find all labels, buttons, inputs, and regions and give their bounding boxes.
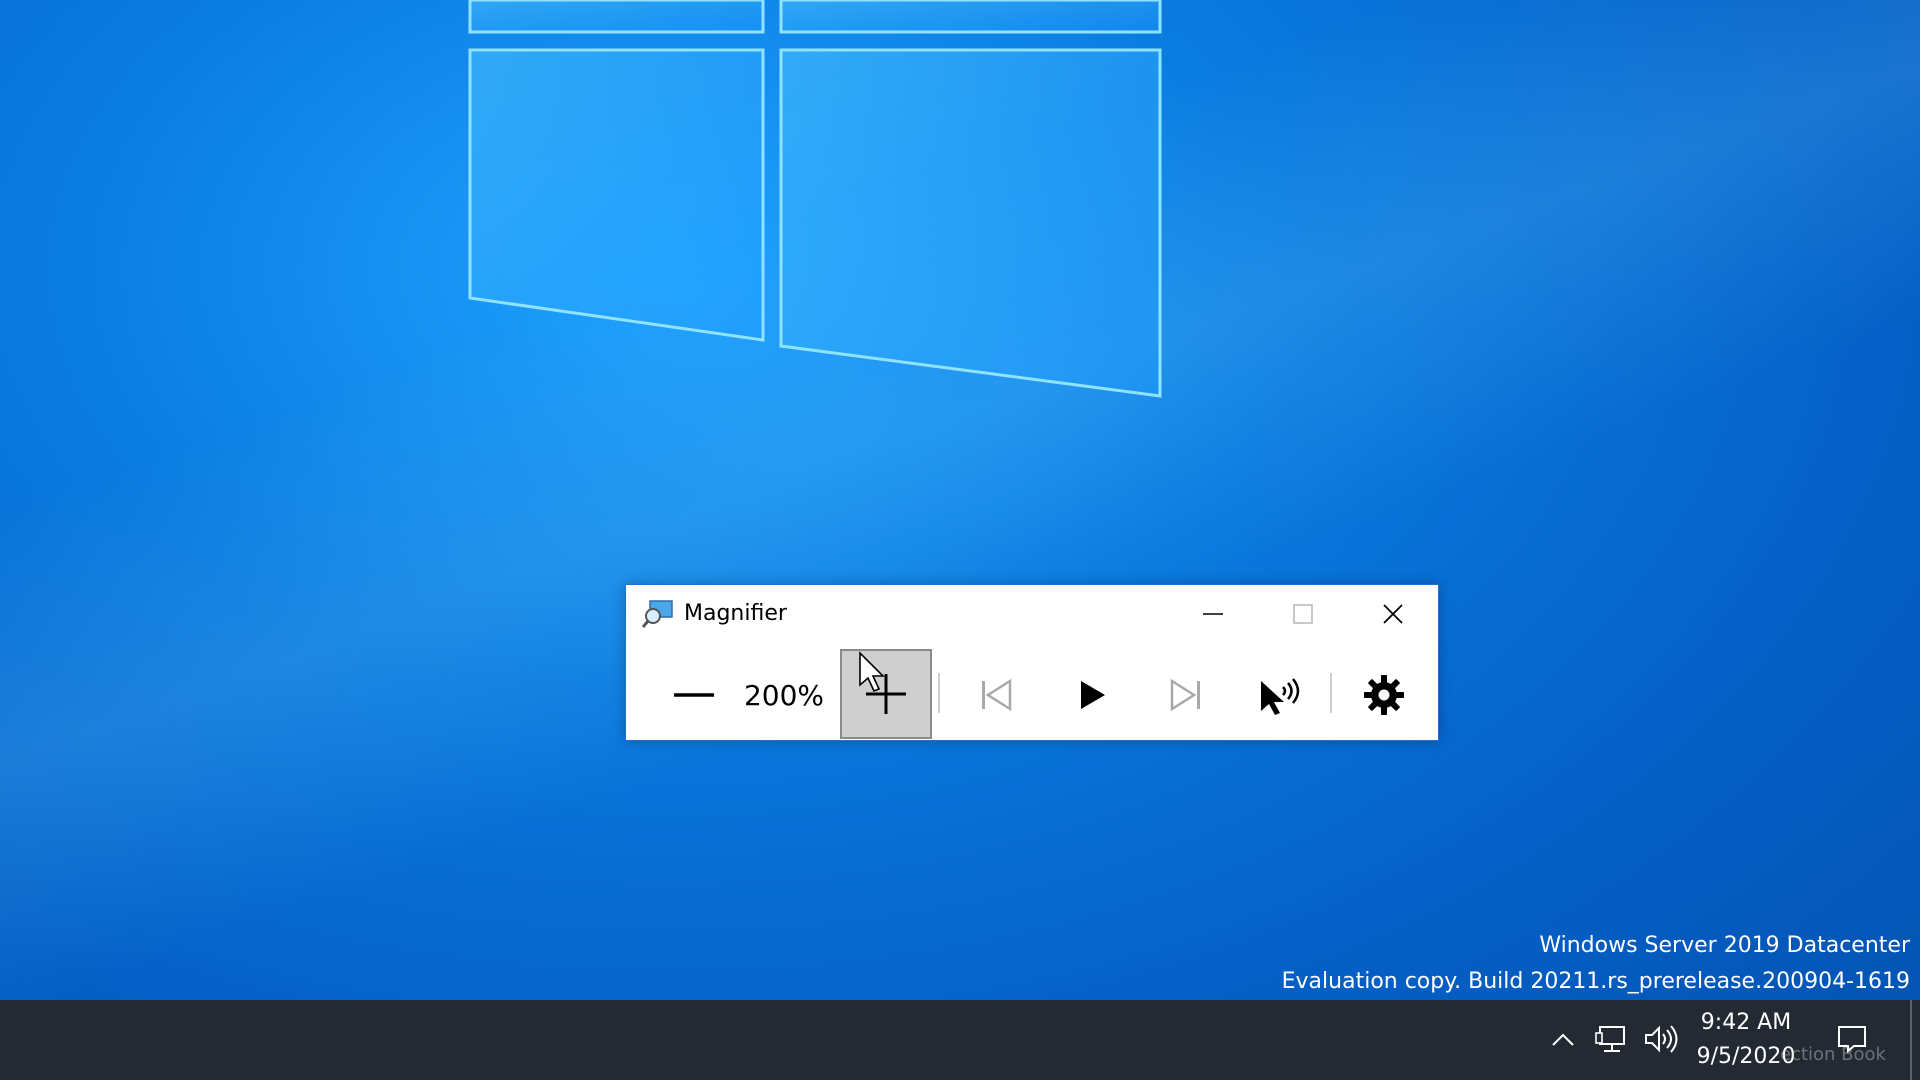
skip-next-icon	[1170, 678, 1200, 712]
minimize-button[interactable]	[1168, 585, 1258, 643]
read-from-here-button[interactable]	[1239, 651, 1319, 739]
magnifier-app-icon	[642, 600, 673, 628]
magnifier-toolbar: 200%	[626, 645, 1438, 741]
chevron-up-icon[interactable]	[1548, 1025, 1578, 1055]
network-icon[interactable]	[1594, 1022, 1630, 1056]
play-button[interactable]	[1051, 651, 1131, 739]
maximize-icon	[1293, 604, 1313, 624]
close-button[interactable]	[1348, 585, 1438, 643]
windows-logo-wallpaper	[468, 0, 1162, 398]
title-bar[interactable]: Magnifier	[626, 585, 1438, 645]
play-icon	[1081, 681, 1105, 709]
maximize-button	[1258, 585, 1348, 643]
magnifier-window: Magnifier 200%	[625, 584, 1439, 741]
os-watermark-edition: Windows Server 2019 Datacenter	[1539, 933, 1910, 958]
next-sentence-button	[1146, 651, 1226, 739]
minus-icon	[674, 693, 714, 697]
toolbar-separator	[1330, 673, 1332, 713]
action-center-icon[interactable]	[1836, 1024, 1868, 1054]
minimize-icon	[1203, 613, 1223, 615]
window-title: Magnifier	[684, 601, 787, 626]
settings-button[interactable]	[1344, 651, 1424, 739]
taskbar: 9:42 AM 9/5/2020 ection Book	[0, 1000, 1920, 1080]
mouse-pointer-icon	[859, 651, 885, 693]
skip-previous-icon	[982, 678, 1012, 712]
clock-time: 9:42 AM	[1700, 1010, 1792, 1035]
toolbar-separator	[938, 673, 940, 713]
previous-sentence-button	[956, 651, 1036, 739]
show-desktop-button[interactable]	[1910, 1000, 1912, 1080]
close-icon	[1383, 604, 1403, 624]
os-watermark-build: Evaluation copy. Build 20211.rs_prerelea…	[1281, 969, 1910, 994]
volume-icon[interactable]	[1642, 1022, 1678, 1056]
overlay-watermark: ection Book	[1780, 1044, 1886, 1065]
zoom-out-button[interactable]	[656, 651, 732, 739]
desktop-background: Windows Server 2019 Datacenter Evaluatio…	[0, 0, 1920, 1000]
zoom-level-display: 200%	[743, 678, 825, 712]
pointer-speaker-icon	[1261, 678, 1300, 715]
gear-icon	[1364, 675, 1404, 715]
